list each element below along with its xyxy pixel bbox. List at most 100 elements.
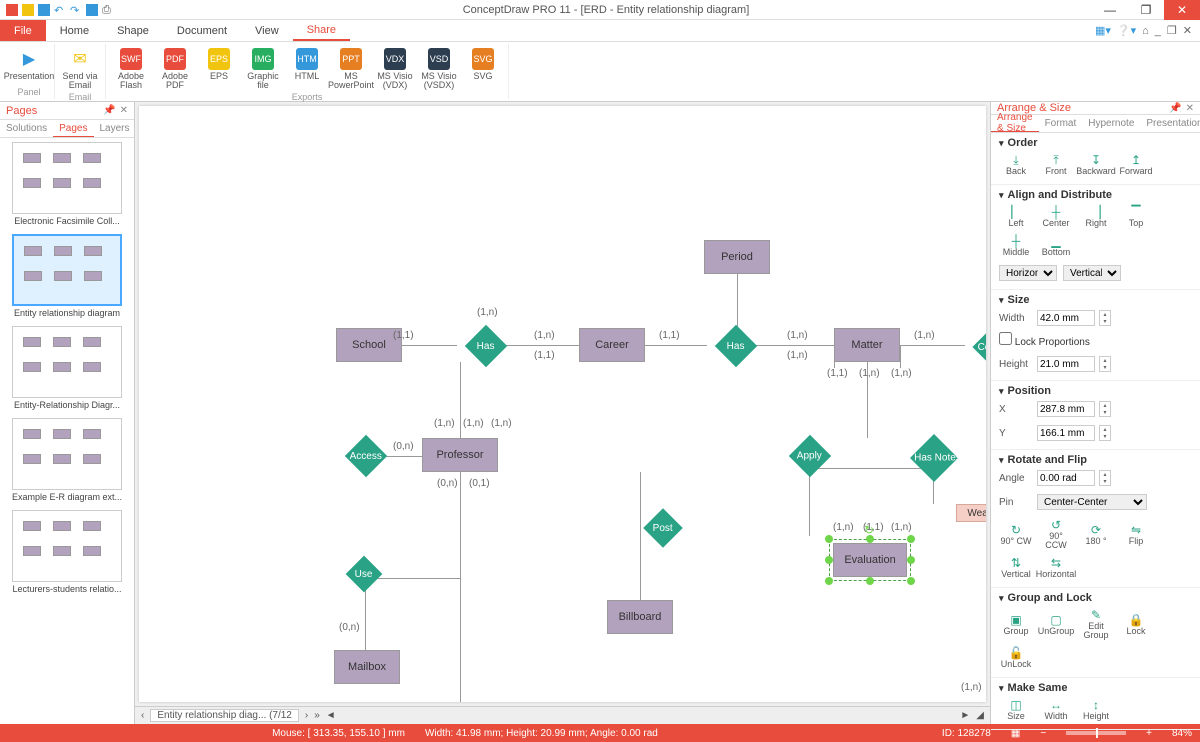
page-thumb[interactable]: Entity relationship diagram [4,234,130,318]
connector[interactable] [365,578,460,579]
flip-button[interactable]: ⇋Flip [1119,523,1153,546]
connector[interactable] [809,468,933,469]
relation-has1[interactable]: Has [465,325,507,367]
close-button[interactable]: ✕ [1164,0,1200,20]
connector[interactable] [900,345,901,368]
weak-entity-label[interactable]: Weak Entity [956,504,986,522]
connector[interactable] [460,362,461,438]
hscroll-left[interactable]: ◄ [326,710,336,721]
distribute-horizontal-select[interactable]: Horizontal [999,265,1057,281]
height-button[interactable]: ↕Height [1079,698,1113,721]
back-button[interactable]: ⤓Back [999,153,1033,176]
canvas-scroll[interactable]: PeriodSchoolCareerMatterProfessorBibliog… [139,106,986,702]
active-doc-tab[interactable]: Entity relationship diag... (7/12 [150,709,299,722]
width-input[interactable] [1037,310,1095,326]
y-input[interactable] [1037,425,1095,441]
vertical-button[interactable]: ⇅Vertical [999,556,1033,579]
connector[interactable] [640,472,641,600]
tab-view[interactable]: View [241,20,293,41]
connector[interactable] [900,345,965,346]
zoom-in-button[interactable]: + [1146,728,1152,739]
height-input[interactable] [1037,356,1095,372]
selection-handle[interactable] [907,577,915,585]
edit-group-button[interactable]: ✎Edit Group [1079,608,1113,640]
options-icon[interactable]: ▦▾ [1095,24,1111,37]
selection-handle[interactable] [866,577,874,585]
bottom-button[interactable]: ▁Bottom [1039,234,1073,257]
selection-handle[interactable] [825,556,833,564]
page-thumb[interactable]: Lecturers-students relatio... [4,510,130,594]
panel-close-icon[interactable]: ✕ [120,105,128,116]
relation-use[interactable]: Use [346,556,383,593]
export-ppt-button[interactable]: PPTMS PowerPoint [330,46,372,92]
backward-button[interactable]: ↧Backward [1079,153,1113,176]
relation-access[interactable]: Access [345,435,387,477]
connector[interactable] [645,345,707,346]
selection-handle[interactable] [907,535,915,543]
relation-ithas[interactable]: It Has Notes [910,434,958,482]
horizontal-button[interactable]: ⇆Horizontal [1039,556,1073,579]
export-htm-button[interactable]: HTMHTML [286,46,328,92]
zoom-out-button[interactable]: − [1040,728,1046,739]
tab-home[interactable]: Home [46,20,103,41]
90-cw-button[interactable]: ↻90° CW [999,523,1033,546]
relation-has2[interactable]: Has [715,325,757,367]
new-icon[interactable] [22,4,34,16]
connector[interactable] [809,468,810,536]
ungroup-button[interactable]: ▢UnGroup [1039,613,1073,636]
entity-professor[interactable]: Professor [422,438,498,472]
entity-mailbox[interactable]: Mailbox [334,650,400,684]
connector[interactable] [737,274,738,328]
90-ccw-button[interactable]: ↺90° CCW [1039,518,1073,550]
hscroll-right[interactable]: ► [960,710,970,721]
tab-hypernote[interactable]: Hypernote [1082,115,1140,132]
connector[interactable] [751,345,834,346]
tab-pages[interactable]: Pages [53,120,93,137]
pin-icon[interactable]: 📌 [1169,103,1181,114]
help-icon[interactable]: ❔▾ [1117,24,1136,37]
tab-solutions[interactable]: Solutions [0,120,53,137]
entity-matter[interactable]: Matter [834,328,900,362]
send-email-button[interactable]: ✉ Send via Email [59,46,101,92]
pin-select[interactable]: Center-Center [1037,494,1147,510]
distribute-vertical-select[interactable]: Vertical [1063,265,1121,281]
tab-share[interactable]: Share [293,20,350,41]
angle-spinner[interactable]: ▴▾ [1099,470,1111,486]
export-img-button[interactable]: IMGGraphic file [242,46,284,92]
lock-button[interactable]: 🔒Lock [1119,613,1153,636]
angle-input[interactable] [1037,470,1095,486]
relation-apply[interactable]: Apply [789,435,831,477]
tab-file[interactable]: File [0,20,46,41]
status-grid-icon[interactable]: ▦ [1011,728,1020,739]
x-input[interactable] [1037,401,1095,417]
open-icon[interactable] [38,4,50,16]
relation-contain[interactable]: Contain [972,324,986,369]
entity-career[interactable]: Career [579,328,645,362]
connector[interactable] [365,586,366,650]
x-spinner[interactable]: ▴▾ [1099,401,1111,417]
pin-icon[interactable]: 📌 [103,105,115,116]
lock-proportions-checkbox[interactable] [999,332,1012,345]
connector[interactable] [499,345,579,346]
redo-icon[interactable]: ↷ [70,4,82,16]
print-icon[interactable]: ⎙ [102,4,114,16]
height-spinner[interactable]: ▴▾ [1099,356,1111,372]
tab-shape[interactable]: Shape [103,20,163,41]
export-svg-button[interactable]: SVGSVG [462,46,504,92]
right-button[interactable]: ▕Right [1079,205,1113,228]
tab-document[interactable]: Document [163,20,241,41]
tab-arrange-size[interactable]: Arrange & Size [991,115,1039,132]
export-vdx-button[interactable]: VDXMS Visio (VDX) [374,46,416,92]
minimize-button[interactable]: — [1092,0,1128,20]
page-thumb[interactable]: Example E-R diagram ext... [4,418,130,502]
entity-billboard[interactable]: Billboard [607,600,673,634]
doc-tabs-next[interactable]: › [305,710,308,721]
entity-period[interactable]: Period [704,240,770,274]
export-swf-button[interactable]: SWFAdobe Flash [110,46,152,92]
selection-handle[interactable] [825,577,833,585]
export-vsdx-button[interactable]: VSDMS Visio (VSDX) [418,46,460,92]
connector[interactable] [460,472,461,702]
180--button[interactable]: ⟳180 ° [1079,523,1113,546]
width-button[interactable]: ↔Width [1039,698,1073,721]
width-spinner[interactable]: ▴▾ [1099,310,1111,326]
